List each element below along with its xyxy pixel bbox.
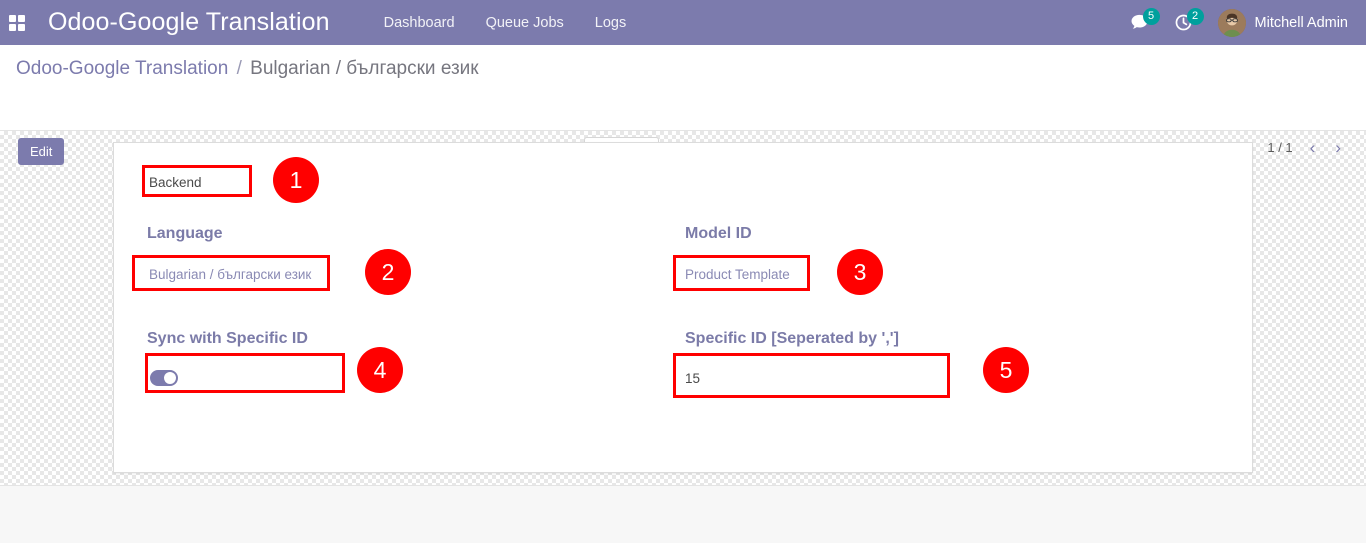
apps-menu-button[interactable] — [0, 0, 34, 45]
chevron-right-icon[interactable]: › — [1332, 139, 1344, 156]
top-navbar: Odoo-Google Translation Dashboard Queue … — [0, 0, 1366, 45]
avatar — [1217, 8, 1246, 37]
messages-badge: 5 — [1142, 8, 1160, 25]
sync-specific-id-toggle[interactable] — [150, 370, 178, 386]
username-label: Mitchell Admin — [1254, 14, 1348, 31]
annotation-marker-5: 5 — [983, 347, 1029, 393]
sync-specific-id-label: Sync with Specific ID — [147, 330, 308, 347]
model-id-field-value[interactable]: Product Template — [685, 267, 790, 282]
chevron-left-icon[interactable]: ‹ — [1307, 139, 1319, 156]
breadcrumb-separator: / — [236, 58, 242, 79]
navbar-right: 5 2 Mitchell Admin — [1118, 0, 1366, 45]
nav-item-dashboard[interactable]: Dashboard — [384, 15, 455, 31]
activities-button[interactable]: 2 — [1162, 0, 1206, 45]
annotation-marker-1: 1 — [273, 157, 319, 203]
user-menu-button[interactable]: Mitchell Admin — [1206, 8, 1352, 37]
edit-button[interactable]: Edit — [18, 138, 65, 165]
specific-id-field-value[interactable]: 15 — [685, 371, 700, 386]
page-footer-area — [0, 485, 1366, 543]
breadcrumb-root[interactable]: Odoo-Google Translation — [16, 58, 228, 79]
toggle-knob — [164, 372, 176, 384]
activities-badge: 2 — [1186, 8, 1204, 25]
language-label: Language — [147, 225, 223, 242]
nav-item-logs[interactable]: Logs — [595, 15, 626, 31]
language-field-value[interactable]: Bulgarian / български език — [149, 267, 311, 282]
breadcrumb-current: Bulgarian / български език — [250, 58, 479, 79]
messages-button[interactable]: 5 — [1118, 0, 1162, 45]
annotation-marker-3: 3 — [837, 249, 883, 295]
annotation-marker-4: 4 — [357, 347, 403, 393]
nav-item-queue-jobs[interactable]: Queue Jobs — [486, 15, 564, 31]
pager: 1 / 1 ‹ › — [1267, 139, 1344, 156]
specific-id-label: Specific ID [Seperated by ','] — [685, 330, 899, 347]
annotation-marker-2: 2 — [365, 249, 411, 295]
apps-grid-icon — [9, 14, 25, 31]
backend-field-value[interactable]: Backend — [149, 175, 202, 190]
pager-count: 1 / 1 — [1267, 140, 1293, 155]
model-id-label: Model ID — [685, 225, 752, 242]
breadcrumb: Odoo-Google Translation / Bulgarian / бъ… — [16, 58, 479, 80]
control-panel: Odoo-Google Translation / Bulgarian / бъ… — [0, 45, 1366, 165]
navbar-menu: Dashboard Queue Jobs Logs — [384, 15, 627, 31]
brand-title[interactable]: Odoo-Google Translation — [48, 8, 330, 37]
